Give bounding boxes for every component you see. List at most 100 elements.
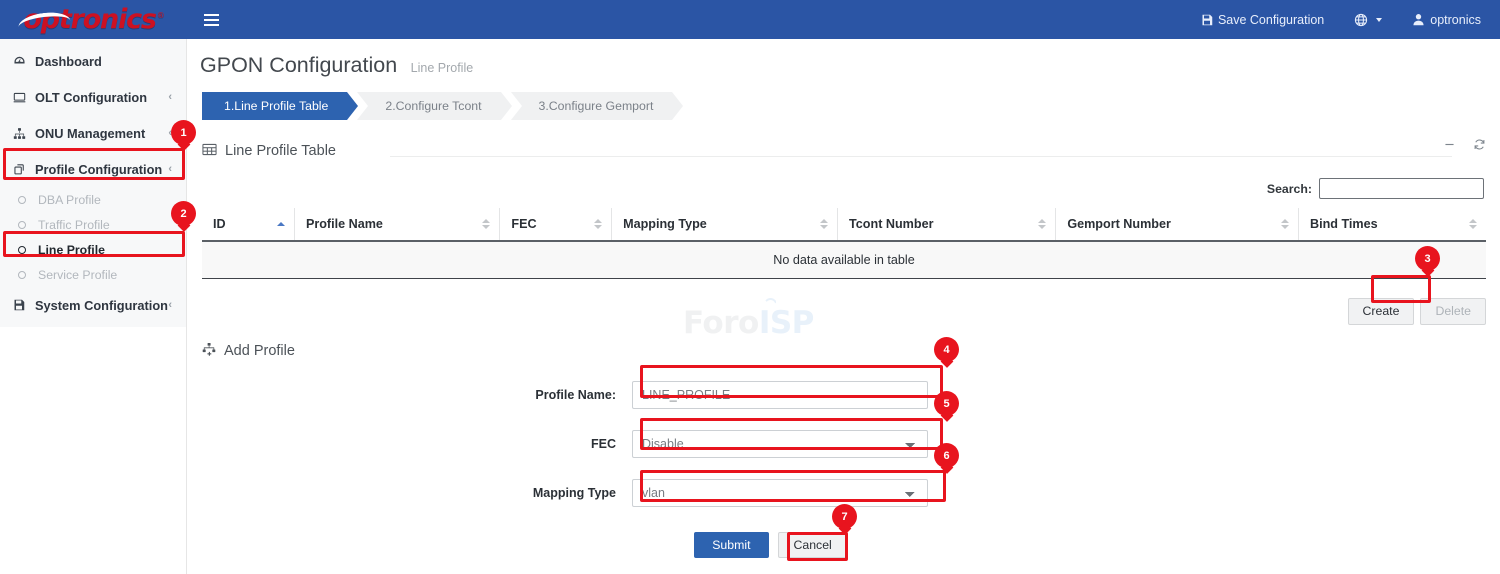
sidebar-item-service-profile[interactable]: Service Profile [0,262,186,287]
sidebar-item-onu-management[interactable]: ONU Management ‹ [0,115,186,151]
column-header-id[interactable]: ID [202,208,294,241]
column-header-gemport-number[interactable]: Gemport Number [1056,208,1299,241]
step-configure-gemport[interactable]: 3.Configure Gemport [511,92,673,120]
sort-icon [1281,219,1289,229]
brand-logo[interactable]: optronics® [0,0,187,39]
sort-ascending-icon [277,222,285,226]
chevron-down-icon [1376,18,1382,22]
column-label: Gemport Number [1067,217,1171,231]
sidebar-label: OLT Configuration [35,90,147,105]
sidebar-item-olt-configuration[interactable]: OLT Configuration ‹ [0,79,186,115]
column-header-bind-times[interactable]: Bind Times [1298,208,1486,241]
save-disk-icon [13,299,30,311]
add-profile-section: Add Profile Profile Name: FEC Disable Ma… [188,342,1500,558]
submit-button[interactable]: Submit [694,532,768,558]
sidebar-sub-label: Line Profile [38,243,105,257]
panel-header: Line Profile Table [202,138,1486,164]
sidebar-sub-label: Traffic Profile [38,218,110,232]
page-header: GPON Configuration Line Profile [188,39,1500,78]
sidebar-menu: Dashboard OLT Configuration ‹ [0,39,186,327]
column-header-profile-name[interactable]: Profile Name [294,208,499,241]
profile-name-input[interactable] [632,381,928,409]
sidebar-sub-label: DBA Profile [38,193,101,207]
hamburger-icon[interactable] [198,7,224,33]
sidebar-item-system-configuration[interactable]: System Configuration ‹ [0,287,186,323]
panel-tools [1443,138,1486,151]
panel-title-label: Line Profile Table [225,143,336,159]
sidebar: Dashboard OLT Configuration ‹ [0,39,187,574]
panel-title: Line Profile Table [202,142,336,161]
user-icon [1412,13,1425,26]
logo-wordmark: optronics [23,4,155,35]
hamburger-bar [204,14,219,16]
delete-button: Delete [1420,298,1486,325]
minus-icon[interactable] [1443,138,1456,151]
chevron-left-icon: ‹ [168,92,172,103]
globe-icon [1354,13,1368,27]
sidebar-item-dashboard[interactable]: Dashboard [0,43,186,79]
sidebar-item-traffic-profile[interactable]: Traffic Profile [0,212,186,237]
add-node-icon [202,342,216,360]
circle-icon [18,271,32,279]
sort-icon [1469,219,1477,229]
circle-icon [18,196,32,204]
sidebar-item-profile-configuration[interactable]: Profile Configuration ‹ [0,151,186,187]
column-header-mapping-type[interactable]: Mapping Type [612,208,838,241]
page-title: GPON Configuration [200,53,397,78]
chevron-left-icon: ‹ [168,300,172,311]
form-row-fec: FEC Disable [202,430,1486,458]
user-menu[interactable]: optronics [1397,0,1500,39]
column-label: Bind Times [1310,217,1378,231]
refresh-icon[interactable] [1473,138,1486,151]
mapping-type-select[interactable]: vlan [632,479,928,507]
column-header-fec[interactable]: FEC [500,208,612,241]
search-input[interactable] [1319,178,1484,199]
step-label: 1.Line Profile Table [224,99,328,113]
search-label: Search: [1267,182,1312,196]
create-button[interactable]: Create [1348,298,1415,325]
form-row-profile-name: Profile Name: [202,381,1486,409]
save-icon [1201,14,1213,26]
step-label: 2.Configure Tcont [385,99,481,113]
column-label: FEC [511,217,536,231]
step-line-profile-table[interactable]: 1.Line Profile Table [202,92,347,120]
cancel-button[interactable]: Cancel [778,532,848,558]
sidebar-sub-label: Service Profile [38,268,117,282]
step-label: 3.Configure Gemport [539,99,654,113]
language-selector[interactable] [1339,0,1397,39]
fec-select[interactable]: Disable [632,430,928,458]
monitor-icon [13,91,30,104]
form-buttons: Submit Cancel [188,532,1486,558]
line-profile-panel: Line Profile Table Search: [188,138,1500,328]
sort-icon [1038,219,1046,229]
sidebar-label: System Configuration [35,298,168,313]
sidebar-item-dba-profile[interactable]: DBA Profile [0,187,186,212]
sort-icon [482,219,490,229]
sidebar-label: Dashboard [35,54,102,69]
mapping-type-label: Mapping Type [202,486,632,500]
sort-icon [820,219,828,229]
column-header-tcont-number[interactable]: Tcont Number [838,208,1056,241]
form-title-label: Add Profile [224,343,295,359]
logo-text: optronics® [23,6,163,33]
sitemap-icon [13,127,30,140]
circle-icon [18,221,32,229]
navbar-right-group: Save Configuration optroni [1186,0,1500,39]
table-empty-row: No data available in table [202,241,1486,279]
profile-name-label: Profile Name: [202,388,632,402]
registered-trademark-icon: ® [157,11,164,20]
chevron-left-icon: ‹ [168,164,172,175]
sidebar-item-line-profile[interactable]: Line Profile [0,237,186,262]
form-title: Add Profile [202,342,1486,360]
circle-icon [18,246,32,254]
step-configure-tcont[interactable]: 2.Configure Tcont [357,92,500,120]
hamburger-bar [204,19,219,21]
table-action-buttons: Create Delete [202,298,1486,328]
sidebar-label: ONU Management [35,126,145,141]
line-profile-table: ID Profile Name FEC Mapping Type [202,208,1486,279]
chevron-left-icon: ‹ [168,128,172,139]
column-label: ID [213,217,226,231]
column-label: Tcont Number [849,217,933,231]
save-configuration-button[interactable]: Save Configuration [1186,0,1339,39]
column-label: Mapping Type [623,217,707,231]
